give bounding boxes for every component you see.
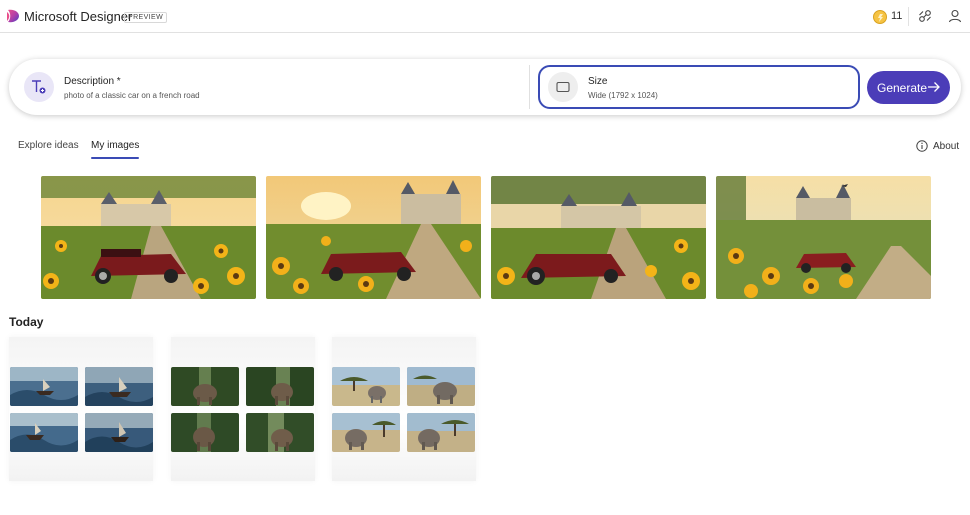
app-title[interactable]: Microsoft Designer xyxy=(24,9,132,24)
share-icon[interactable] xyxy=(918,9,932,23)
description-label: Description * xyxy=(64,76,121,87)
preview-badge: PREVIEW xyxy=(124,12,168,23)
collection-thumbnail[interactable] xyxy=(246,367,314,406)
coin-icon[interactable] xyxy=(873,10,887,24)
size-value[interactable]: Wide (1792 x 1024) xyxy=(588,91,658,100)
tab-my-images[interactable]: My images xyxy=(91,140,139,151)
generate-button[interactable]: Generate xyxy=(867,71,950,104)
image-collection[interactable] xyxy=(9,337,153,481)
generated-image[interactable] xyxy=(41,176,256,299)
collection-thumbnail[interactable] xyxy=(85,413,153,452)
arrow-right-icon xyxy=(928,82,940,92)
collection-thumbnail[interactable] xyxy=(407,413,475,452)
image-collection[interactable] xyxy=(332,337,476,481)
collection-thumbnail[interactable] xyxy=(246,413,314,452)
header-divider xyxy=(908,7,909,26)
prompt-divider xyxy=(529,65,530,109)
collection-thumbnail[interactable] xyxy=(85,367,153,406)
generated-image[interactable] xyxy=(491,176,706,299)
collection-thumbnail[interactable] xyxy=(171,367,239,406)
tab-explore-ideas[interactable]: Explore ideas xyxy=(18,140,79,151)
collection-thumbnail[interactable] xyxy=(332,413,400,452)
collection-thumbnail[interactable] xyxy=(10,367,78,406)
collection-thumbnail[interactable] xyxy=(332,367,400,406)
top-header: Microsoft Designer PREVIEW 11 xyxy=(0,0,970,33)
section-title-today: Today xyxy=(9,315,44,329)
generated-image[interactable] xyxy=(266,176,481,299)
generated-image[interactable] xyxy=(716,176,931,299)
description-input[interactable]: photo of a classic car on a french road xyxy=(64,91,200,100)
description-icon[interactable] xyxy=(24,72,54,102)
size-selector[interactable] xyxy=(538,65,860,109)
profile-icon[interactable] xyxy=(948,9,962,23)
about-label: About xyxy=(933,141,960,152)
active-tab-indicator xyxy=(91,157,139,159)
collection-thumbnail[interactable] xyxy=(407,367,475,406)
generate-label: Generate xyxy=(877,80,928,95)
collection-thumbnail[interactable] xyxy=(171,413,239,452)
size-icon[interactable] xyxy=(548,72,578,102)
image-collection[interactable] xyxy=(171,337,315,481)
info-icon xyxy=(916,140,928,152)
designer-logo-icon[interactable] xyxy=(6,9,20,23)
size-label: Size xyxy=(588,76,608,87)
coin-count[interactable]: 11 xyxy=(891,10,902,22)
collection-thumbnail[interactable] xyxy=(10,413,78,452)
